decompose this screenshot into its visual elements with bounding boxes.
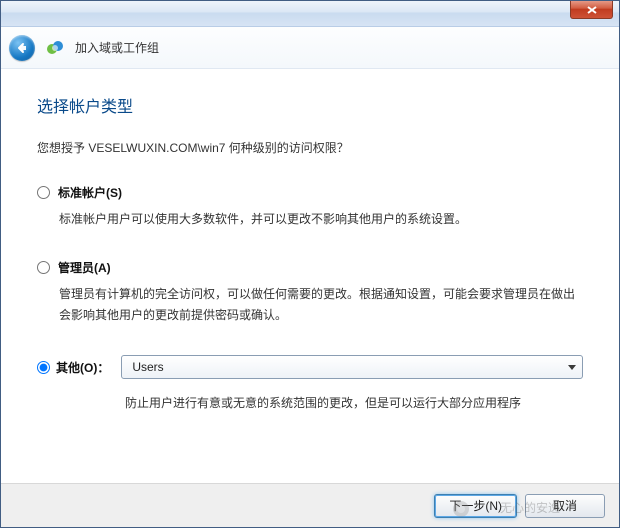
other-dropdown[interactable]: Users xyxy=(121,355,583,379)
chevron-down-icon xyxy=(568,365,576,370)
content-area: 选择帐户类型 您想授予 VESELWUXIN.COM\win7 何种级别的访问权… xyxy=(1,69,619,483)
admin-desc: 管理员有计算机的完全访问权，可以做任何需要的更改。根据通知设置，可能会要求管理员… xyxy=(59,284,583,325)
radio-other[interactable] xyxy=(37,361,50,374)
close-button[interactable] xyxy=(570,1,613,19)
radio-admin-label: 管理员(A) xyxy=(58,259,111,276)
radio-standard[interactable] xyxy=(37,186,50,199)
other-desc: 防止用户进行有意或无意的系统范围的更改，但是可以运行大部分应用程序 xyxy=(125,393,583,413)
close-icon xyxy=(587,6,597,14)
next-button[interactable]: 下一步(N) xyxy=(434,494,517,518)
header-row: 加入域或工作组 xyxy=(1,27,619,69)
titlebar xyxy=(1,1,619,27)
page-title: 选择帐户类型 xyxy=(37,93,583,117)
radio-standard-label: 标准帐户(S) xyxy=(58,184,122,201)
option-admin: 管理员(A) 管理员有计算机的完全访问权，可以做任何需要的更改。根据通知设置，可… xyxy=(37,259,583,325)
cancel-button[interactable]: 取消 xyxy=(525,494,605,518)
page-prompt: 您想授予 VESELWUXIN.COM\win7 何种级别的访问权限？ xyxy=(37,139,583,156)
back-button[interactable] xyxy=(9,35,35,61)
radio-other-row[interactable]: 其他(O)： xyxy=(37,359,109,376)
option-standard: 标准帐户(S) 标准帐户用户可以使用大多数软件，并可以更改不影响其他用户的系统设… xyxy=(37,184,583,229)
other-dropdown-value: Users xyxy=(132,360,163,374)
footer: 下一步(N) 取消 xyxy=(1,483,619,527)
radio-standard-row[interactable]: 标准帐户(S) xyxy=(37,184,583,201)
radio-other-label: 其他(O)： xyxy=(56,359,109,376)
radio-admin[interactable] xyxy=(37,261,50,274)
wizard-window: 加入域或工作组 选择帐户类型 您想授予 VESELWUXIN.COM\win7 … xyxy=(0,0,620,528)
wizard-icon xyxy=(45,38,65,58)
standard-desc: 标准帐户用户可以使用大多数软件，并可以更改不影响其他用户的系统设置。 xyxy=(59,209,583,229)
back-arrow-icon xyxy=(15,41,29,55)
option-other: 其他(O)： Users 防止用户进行有意或无意的系统范围的更改，但是可以运行大… xyxy=(37,355,583,413)
wizard-title: 加入域或工作组 xyxy=(75,39,159,56)
radio-admin-row[interactable]: 管理员(A) xyxy=(37,259,583,276)
